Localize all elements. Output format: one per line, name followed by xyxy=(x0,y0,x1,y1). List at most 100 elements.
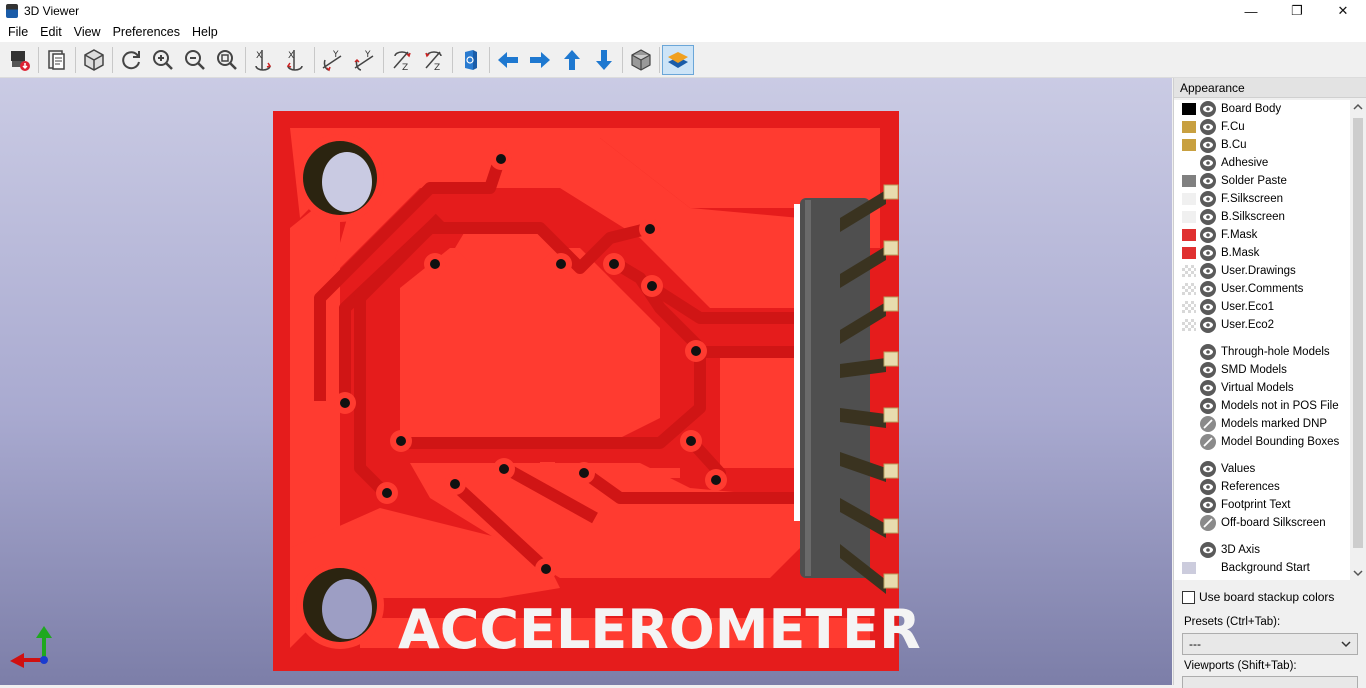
layer-row-b-silkscreen[interactable]: B.Silkscreen xyxy=(1174,208,1350,226)
color-swatch[interactable] xyxy=(1182,265,1196,277)
layer-row-references[interactable]: References xyxy=(1174,478,1350,496)
layers-manager-button[interactable] xyxy=(662,44,694,75)
color-swatch[interactable] xyxy=(1182,139,1196,151)
color-swatch[interactable] xyxy=(1182,283,1196,295)
eye-icon[interactable] xyxy=(1200,542,1216,558)
layer-row-user-drawings[interactable]: User.Drawings xyxy=(1174,262,1350,280)
layer-row-user-eco2[interactable]: User.Eco2 xyxy=(1174,316,1350,334)
color-swatch[interactable] xyxy=(1182,562,1196,574)
eye-icon[interactable] xyxy=(1200,137,1216,153)
eye-icon[interactable] xyxy=(1200,344,1216,360)
layer-row-models-not-in-pos-file[interactable]: Models not in POS File xyxy=(1174,397,1350,415)
layer-row-smd-models[interactable]: SMD Models xyxy=(1174,361,1350,379)
eye-icon[interactable] xyxy=(1200,317,1216,333)
presets-select[interactable]: --- xyxy=(1182,633,1358,655)
layer-row-b-mask[interactable]: B.Mask xyxy=(1174,244,1350,262)
layer-row-user-eco1[interactable]: User.Eco1 xyxy=(1174,298,1350,316)
color-swatch[interactable] xyxy=(1182,517,1196,529)
color-swatch[interactable] xyxy=(1182,382,1196,394)
color-swatch[interactable] xyxy=(1182,193,1196,205)
use-stackup-colors-checkbox[interactable] xyxy=(1182,590,1195,604)
color-swatch[interactable] xyxy=(1182,481,1196,493)
copy-to-clipboard-button[interactable] xyxy=(41,45,73,75)
layer-row-adhesive[interactable]: Adhesive xyxy=(1174,154,1350,172)
color-swatch[interactable] xyxy=(1182,463,1196,475)
color-swatch[interactable] xyxy=(1182,544,1196,556)
color-swatch[interactable] xyxy=(1182,175,1196,187)
menu-help[interactable]: Help xyxy=(186,22,224,42)
rotate-x-ccw-button[interactable]: X xyxy=(280,45,312,75)
layer-list-scrollbar[interactable] xyxy=(1351,100,1365,580)
orthographic-button[interactable] xyxy=(625,45,657,75)
rotate-y-cw-button[interactable]: Y xyxy=(317,45,349,75)
export-image-button[interactable] xyxy=(4,45,36,75)
reload-button[interactable] xyxy=(115,45,147,75)
layer-row-user-comments[interactable]: User.Comments xyxy=(1174,280,1350,298)
layer-row-values[interactable]: Values xyxy=(1174,460,1350,478)
color-swatch[interactable] xyxy=(1182,346,1196,358)
layer-row-footprint-text[interactable]: Footprint Text xyxy=(1174,496,1350,514)
color-swatch[interactable] xyxy=(1182,364,1196,376)
layer-row-background-end[interactable]: Background End xyxy=(1174,577,1350,580)
color-swatch[interactable] xyxy=(1182,436,1196,448)
layer-row-f-silkscreen[interactable]: F.Silkscreen xyxy=(1174,190,1350,208)
rotate-z-cw-button[interactable]: Z xyxy=(386,45,418,75)
eye-icon[interactable] xyxy=(1200,479,1216,495)
color-swatch[interactable] xyxy=(1182,319,1196,331)
eye-hidden-icon[interactable] xyxy=(1200,434,1216,450)
layer-row-model-bounding-boxes[interactable]: Model Bounding Boxes xyxy=(1174,433,1350,451)
eye-icon[interactable] xyxy=(1200,263,1216,279)
layer-row-through-hole-models[interactable]: Through-hole Models xyxy=(1174,343,1350,361)
layer-row-f-cu[interactable]: F.Cu xyxy=(1174,118,1350,136)
layer-row-f-mask[interactable]: F.Mask xyxy=(1174,226,1350,244)
3d-viewport[interactable]: ACCELEROMETER xyxy=(0,78,1172,685)
rotate-x-cw-button[interactable]: X xyxy=(248,45,280,75)
layer-row-background-start[interactable]: Background Start xyxy=(1174,559,1350,577)
minimize-button[interactable]: — xyxy=(1228,0,1274,22)
eye-icon[interactable] xyxy=(1200,362,1216,378)
move-right-button[interactable] xyxy=(524,45,556,75)
color-swatch[interactable] xyxy=(1182,103,1196,115)
eye-icon[interactable] xyxy=(1200,155,1216,171)
color-swatch[interactable] xyxy=(1182,400,1196,412)
render-options-button[interactable] xyxy=(78,45,110,75)
flip-board-button[interactable] xyxy=(455,45,487,75)
menu-edit[interactable]: Edit xyxy=(34,22,68,42)
eye-icon[interactable] xyxy=(1200,191,1216,207)
eye-icon[interactable] xyxy=(1200,299,1216,315)
color-swatch[interactable] xyxy=(1182,229,1196,241)
color-swatch[interactable] xyxy=(1182,157,1196,169)
eye-icon[interactable] xyxy=(1200,209,1216,225)
zoom-out-button[interactable] xyxy=(179,45,211,75)
rotate-y-ccw-button[interactable]: Y xyxy=(349,45,381,75)
layer-row-solder-paste[interactable]: Solder Paste xyxy=(1174,172,1350,190)
close-button[interactable]: ✕ xyxy=(1320,0,1366,22)
layer-row-3d-axis[interactable]: 3D Axis xyxy=(1174,541,1350,559)
scroll-up-icon[interactable] xyxy=(1351,100,1365,114)
eye-icon[interactable] xyxy=(1200,380,1216,396)
eye-icon[interactable] xyxy=(1200,281,1216,297)
eye-icon[interactable] xyxy=(1200,101,1216,117)
menu-view[interactable]: View xyxy=(68,22,107,42)
color-swatch[interactable] xyxy=(1182,121,1196,133)
viewports-select[interactable] xyxy=(1182,676,1358,688)
layer-row-board-body[interactable]: Board Body xyxy=(1174,100,1350,118)
eye-icon[interactable] xyxy=(1200,245,1216,261)
rotate-z-ccw-button[interactable]: Z xyxy=(418,45,450,75)
color-swatch[interactable] xyxy=(1182,499,1196,511)
move-down-button[interactable] xyxy=(588,45,620,75)
scroll-thumb[interactable] xyxy=(1353,118,1363,548)
zoom-fit-button[interactable] xyxy=(211,45,243,75)
move-left-button[interactable] xyxy=(492,45,524,75)
color-swatch[interactable] xyxy=(1182,211,1196,223)
eye-hidden-icon[interactable] xyxy=(1200,515,1216,531)
move-up-button[interactable] xyxy=(556,45,588,75)
layer-row-models-marked-dnp[interactable]: Models marked DNP xyxy=(1174,415,1350,433)
scroll-down-icon[interactable] xyxy=(1351,566,1365,580)
layer-row-off-board-silkscreen[interactable]: Off-board Silkscreen xyxy=(1174,514,1350,532)
color-swatch[interactable] xyxy=(1182,301,1196,313)
color-swatch[interactable] xyxy=(1182,247,1196,259)
menu-file[interactable]: File xyxy=(2,22,34,42)
layer-row-b-cu[interactable]: B.Cu xyxy=(1174,136,1350,154)
use-stackup-colors-row[interactable]: Use board stackup colors xyxy=(1182,590,1334,604)
